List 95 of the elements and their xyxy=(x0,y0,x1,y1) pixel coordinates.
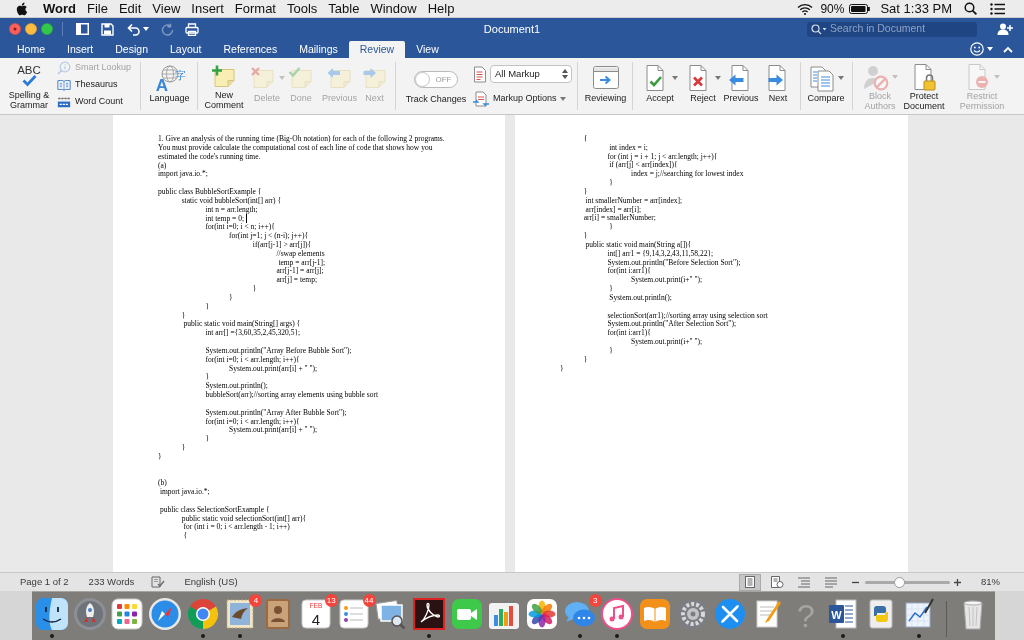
printer-icon[interactable] xyxy=(185,22,199,36)
person-blocked-icon xyxy=(862,63,889,91)
ribbon-tab[interactable]: Review xyxy=(348,41,406,58)
markup-select[interactable]: All Markup xyxy=(490,65,572,83)
app-grid-icon[interactable] xyxy=(110,597,145,631)
ribbon-tab[interactable]: Layout xyxy=(158,41,213,58)
window-minimize-button[interactable] xyxy=(25,23,37,35)
indented-list-icon xyxy=(797,576,811,588)
ribbon-tab[interactable]: Insert xyxy=(56,41,105,58)
flower-icon[interactable] xyxy=(524,597,559,631)
face-icon[interactable] xyxy=(35,597,69,631)
music-note-icon[interactable] xyxy=(600,597,635,631)
menu-item[interactable]: Edit xyxy=(118,0,142,19)
book-check-icon[interactable] xyxy=(151,576,166,588)
window-close-button[interactable] xyxy=(9,23,21,35)
language-label[interactable]: English (US) xyxy=(184,574,238,590)
reviewing-pane-button[interactable]: Reviewing xyxy=(578,62,633,110)
compare-button[interactable]: Compare xyxy=(803,62,849,110)
ribbon-tab[interactable]: Mailings xyxy=(288,41,349,58)
reject-button[interactable]: Reject xyxy=(684,62,722,110)
previous-change-button[interactable]: Previous xyxy=(722,62,760,110)
new-comment-button[interactable]: New Comment xyxy=(201,62,247,110)
updown-arrows-icon[interactable] xyxy=(562,69,568,79)
battery-icon[interactable] xyxy=(849,3,871,14)
document-lock-icon xyxy=(911,63,937,91)
note-x-icon xyxy=(249,66,276,90)
caret-icon[interactable] xyxy=(987,47,993,51)
zoom-percentage[interactable]: 81% xyxy=(981,574,1000,590)
swirl-icon[interactable] xyxy=(411,597,446,631)
menu-item[interactable]: File xyxy=(87,0,108,19)
menu-item[interactable]: Format xyxy=(234,0,276,19)
note-left-arrow-icon xyxy=(326,66,353,90)
accept-button[interactable]: Accept xyxy=(640,62,680,110)
rocket-icon[interactable] xyxy=(72,597,107,631)
menu-item[interactable]: Tools xyxy=(287,0,318,19)
language-button[interactable]: A 字 Language xyxy=(141,62,198,110)
search-icon[interactable] xyxy=(964,2,977,15)
thesaurus-button[interactable]: Thesaurus xyxy=(57,76,132,93)
text-lines-icon xyxy=(824,576,838,588)
battery-percentage: 90% xyxy=(820,0,845,18)
ribbon-tab[interactable]: View xyxy=(405,41,450,58)
apple-logo-icon[interactable] xyxy=(16,1,28,16)
compass-icon[interactable] xyxy=(148,597,183,631)
menu-item[interactable]: Insert xyxy=(191,0,224,19)
clock[interactable]: Sat 1:33 PM xyxy=(880,0,952,19)
page-lines-icon xyxy=(743,576,757,588)
two-documents-icon xyxy=(808,64,835,92)
spelling-grammar-button[interactable]: ABC Spelling & Grammar xyxy=(4,62,54,110)
open-book-icon[interactable] xyxy=(638,597,672,631)
wifi-icon[interactable] xyxy=(797,2,814,15)
page-globe-icon xyxy=(770,576,784,588)
page-count[interactable]: Page 1 of 2 xyxy=(20,574,69,590)
markup-options-button[interactable]: Markup Options xyxy=(473,90,572,108)
zoom-in-icon[interactable] xyxy=(954,578,961,586)
smiley-icon[interactable] xyxy=(970,42,984,56)
crossed-lines-icon[interactable] xyxy=(713,597,748,631)
window-zoom-button[interactable] xyxy=(41,23,53,35)
undo-icon[interactable] xyxy=(127,22,141,36)
note-check-icon xyxy=(288,66,314,90)
document-lines-icon xyxy=(473,65,487,83)
next-change-button[interactable]: Next xyxy=(765,62,791,110)
menu-item[interactable]: Window xyxy=(370,0,417,19)
note-right-arrow-icon xyxy=(361,66,388,90)
track-changes-button[interactable]: OFF Track Changes xyxy=(404,62,468,110)
notification-badge: 3 xyxy=(588,594,602,607)
save-icon[interactable] xyxy=(101,22,114,36)
ribbon-tab[interactable]: References xyxy=(212,41,289,58)
magnifier-info-icon xyxy=(57,60,71,75)
view-button[interactable] xyxy=(739,573,761,591)
window-title: Document1 xyxy=(483,23,541,35)
ribbon-tab[interactable]: Design xyxy=(104,41,159,58)
protect-document-button[interactable]: Protect Document xyxy=(902,62,946,110)
app-menu[interactable]: Word xyxy=(43,0,76,19)
menu-item[interactable]: Help xyxy=(427,0,455,19)
word-count-button[interactable]: Word Count xyxy=(57,93,132,110)
menu-item[interactable]: Table xyxy=(328,0,360,19)
word-count[interactable]: 233 Words xyxy=(88,574,135,590)
document-arrows-icon xyxy=(473,91,489,107)
notification-badge: 4 xyxy=(249,594,263,607)
counter-icon xyxy=(57,95,71,108)
tricolor-circle-icon[interactable] xyxy=(185,597,220,631)
gear-icon[interactable] xyxy=(675,597,710,631)
video-camera-icon[interactable] xyxy=(449,597,484,631)
add-person-icon[interactable] xyxy=(997,23,1013,35)
sidebar-icon[interactable] xyxy=(76,23,89,35)
search-field[interactable]: Search in Document xyxy=(807,21,977,37)
note-plus-icon xyxy=(211,64,237,89)
book-icon xyxy=(57,78,71,91)
list-icon[interactable] xyxy=(990,2,1005,15)
checklist-icon[interactable] xyxy=(336,597,371,631)
menu-item[interactable]: View xyxy=(152,0,181,19)
chevron-up-icon[interactable] xyxy=(1003,45,1013,53)
zoom-slider-thumb[interactable] xyxy=(894,576,906,588)
ribbon-tab[interactable]: Home xyxy=(6,41,56,58)
caret-icon[interactable] xyxy=(143,27,149,31)
